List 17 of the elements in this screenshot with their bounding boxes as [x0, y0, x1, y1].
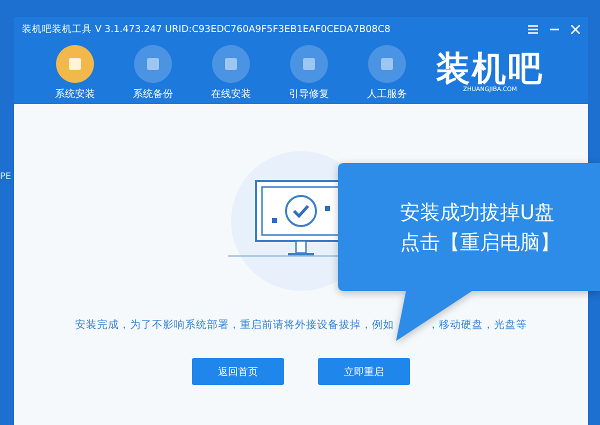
nav-tab[interactable]: 人工服务 [348, 44, 426, 100]
window-title: 装机吧装机工具 V 3.1.473.247 URID:C93EDC760A9F5F3EB1EAF0CEDA7B08C8 [22, 22, 392, 36]
nav-tab[interactable]: 系统备份 [114, 44, 192, 100]
action-button[interactable]: 返回首页 [192, 358, 284, 385]
close-icon[interactable] [571, 24, 580, 34]
message-text: ，移动硬盘，光盘等 [428, 318, 527, 332]
nav-tab[interactable]: 系统安装 [36, 44, 114, 100]
desktop-label: PE [0, 172, 12, 182]
nav-tab[interactable]: 引导修复 [270, 44, 348, 100]
callout-text: 点击【重启电脑】 [400, 230, 561, 254]
nav-tab[interactable]: 在线安装 [192, 44, 270, 100]
callout-text: 安装成功拔掉U盘 [400, 200, 556, 224]
logo-text: 装机吧 [436, 52, 544, 86]
message-text: 安装完成，为了不影响系统部署，重启前请将外接设备拔掉，例如 [75, 318, 394, 332]
minimize-icon[interactable] [550, 28, 559, 30]
menu-icon[interactable] [528, 24, 538, 34]
action-button[interactable]: 立即重启 [318, 358, 410, 385]
